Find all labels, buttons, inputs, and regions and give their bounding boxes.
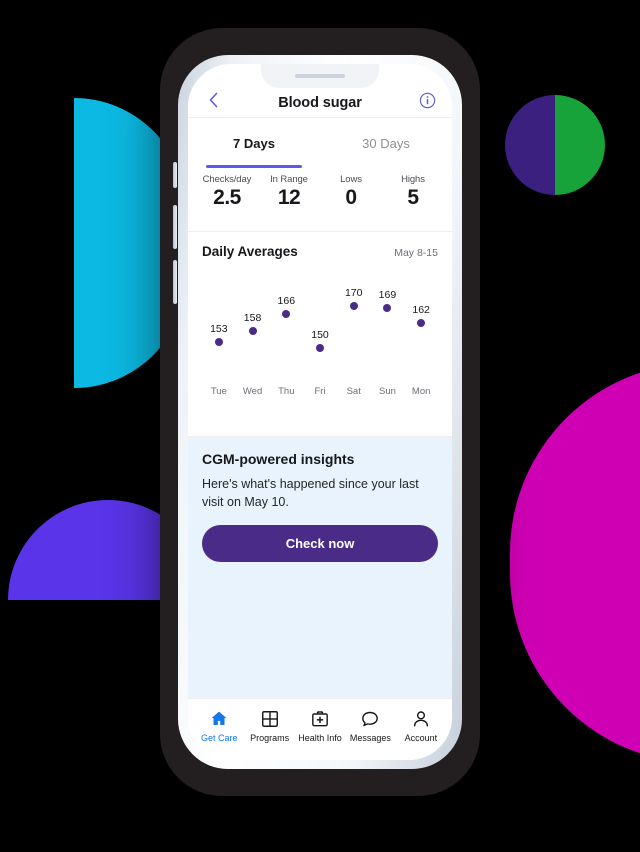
nav-item-get-care[interactable]: Get Care xyxy=(194,709,244,743)
chart-date-range: May 8-15 xyxy=(394,247,438,259)
chart-x-tick-label: Sat xyxy=(346,386,361,397)
app-root: Blood sugar 7 Days 30 Days Checks/day 2.… xyxy=(188,64,452,760)
chart-point-label: 170 xyxy=(344,286,363,299)
nav-item-account[interactable]: Account xyxy=(396,709,446,743)
earpiece-speaker xyxy=(295,74,345,78)
tab-inactive-underline xyxy=(338,165,433,168)
phone-screen: Blood sugar 7 Days 30 Days Checks/day 2.… xyxy=(188,64,452,760)
chart-x-tick-label: Thu xyxy=(278,386,295,397)
stat-in-range: In Range 12 xyxy=(258,174,320,231)
chart-data-point[interactable] xyxy=(417,318,426,327)
chart-point-label: 169 xyxy=(378,288,397,301)
phone-volume-up-button[interactable] xyxy=(173,205,177,249)
stat-lows: Lows 0 xyxy=(320,174,382,231)
tab-30-days[interactable]: 30 Days xyxy=(320,118,452,168)
chat-bubble-icon xyxy=(362,711,379,726)
chart-point-label: 162 xyxy=(412,303,430,316)
medical-bag-icon xyxy=(312,710,328,726)
nav-item-health-info[interactable]: Health Info xyxy=(295,709,345,743)
tab-active-underline xyxy=(206,165,302,168)
stat-checks-per-day-value: 2.5 xyxy=(213,186,241,209)
nav-item-programs-label: Programs xyxy=(250,732,290,743)
chart-data-point[interactable] xyxy=(349,301,358,310)
phone-notch xyxy=(261,64,379,88)
chart-x-tick-label: Sun xyxy=(379,386,396,397)
stat-checks-per-day-label: Checks/day xyxy=(202,174,252,185)
person-icon xyxy=(413,710,428,727)
chart-header: Daily Averages May 8-15 xyxy=(202,244,438,259)
range-tabs: 7 Days 30 Days xyxy=(188,118,452,168)
insights-title: CGM-powered insights xyxy=(202,451,355,467)
nav-item-messages-label: Messages xyxy=(349,732,391,743)
daily-averages-card: Daily Averages May 8-15 Tue Wed Thu Fri Sat S… xyxy=(188,232,452,437)
nav-item-account-label: Account xyxy=(404,732,438,743)
tab-7-days-label: 7 Days xyxy=(233,135,275,151)
decorative-split-circle-left xyxy=(505,95,555,195)
grid-icon xyxy=(261,710,278,727)
tab-7-days[interactable]: 7 Days xyxy=(188,118,320,168)
chart-data-point[interactable] xyxy=(383,303,392,312)
chart-point-label: 153 xyxy=(210,322,228,335)
chart-point-label: 166 xyxy=(277,295,296,308)
chart-data-point[interactable] xyxy=(282,310,291,319)
phone-mute-switch[interactable] xyxy=(173,162,177,188)
nav-item-get-care-label: Get Care xyxy=(200,732,238,743)
chart-x-axis: Tue Wed Thu Fri Sat Sun Mon xyxy=(202,386,438,397)
stat-in-range-label: In Range xyxy=(270,174,308,185)
stat-highs-label: Highs xyxy=(401,174,425,185)
chevron-left-icon[interactable] xyxy=(202,89,224,111)
nav-item-messages[interactable]: Messages xyxy=(345,709,395,743)
check-now-button[interactable]: Check now xyxy=(202,525,438,563)
stat-highs: Highs 5 xyxy=(382,174,444,231)
decorative-split-circle-right xyxy=(555,95,605,195)
decorative-split-circle xyxy=(505,95,605,195)
stat-highs-value: 5 xyxy=(407,186,419,209)
chart-x-tick-label: Fri xyxy=(314,386,326,397)
chart-x-tick-label: Wed xyxy=(242,386,263,397)
info-circle-icon[interactable] xyxy=(416,89,438,111)
phone-volume-down-button[interactable] xyxy=(173,260,177,304)
chart-data-point[interactable] xyxy=(316,344,324,353)
bottom-navigation: Get Care Programs Health Info Messages A… xyxy=(188,698,452,760)
chart-x-tick-label: Tue xyxy=(210,386,227,397)
chart-x-tick-label: Mon xyxy=(411,386,431,397)
stat-lows-label: Lows xyxy=(340,174,362,185)
summary-stats: Checks/day 2.5 In Range 12 Lows 0 Highs … xyxy=(188,168,452,232)
decorative-magenta-half-circle xyxy=(510,363,640,763)
cgm-insights-card: CGM-powered insights Here's what's happe… xyxy=(188,437,452,698)
nav-item-health-info-label: Health Info xyxy=(298,732,342,743)
poster-canvas: Blood sugar 7 Days 30 Days Checks/day 2.… xyxy=(0,0,640,852)
page-title: Blood sugar xyxy=(278,95,362,111)
daily-averages-plot: Tue Wed Thu Fri Sat Sun Mon 153 158 166 150 170 169… xyxy=(202,275,438,397)
chart-data-point[interactable] xyxy=(248,327,257,336)
chart-point-label: 158 xyxy=(243,312,262,325)
nav-item-programs[interactable]: Programs xyxy=(244,709,294,743)
stat-lows-value: 0 xyxy=(345,186,357,209)
chart-point-label: 150 xyxy=(311,329,329,342)
chart-data-point[interactable] xyxy=(214,337,223,346)
home-icon xyxy=(211,711,227,725)
stat-checks-per-day: Checks/day 2.5 xyxy=(196,174,258,231)
insights-body: Here's what's happened since your last v… xyxy=(202,477,419,510)
tab-30-days-label: 30 Days xyxy=(362,135,410,151)
chart-title: Daily Averages xyxy=(202,244,298,259)
stat-in-range-value: 12 xyxy=(277,186,301,209)
